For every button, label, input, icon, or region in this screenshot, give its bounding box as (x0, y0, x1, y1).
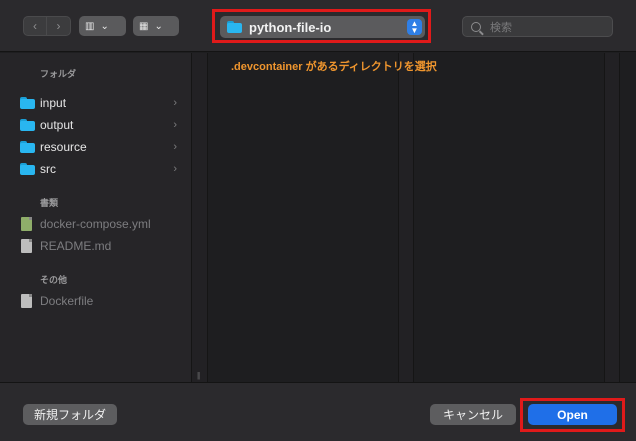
sidebar-item-docker-compose: docker-compose.yml (0, 214, 191, 234)
path-label: python-file-io (249, 19, 332, 35)
popup-stepper-icon: ▲ ▼ (407, 19, 422, 35)
new-folder-button[interactable]: 新規フォルダ (23, 404, 117, 425)
sidebar-item-input[interactable]: input › (0, 93, 191, 113)
columns-icon: ▥ (85, 20, 95, 32)
chevron-right-icon: › (173, 97, 177, 109)
sidebar-item-dockerfile: Dockerfile (0, 291, 191, 311)
browser-column (620, 53, 636, 382)
forward-button[interactable]: › (47, 16, 71, 36)
sidebar-item-label: resource (40, 140, 87, 154)
chevron-down-icon: ⌄ (100, 20, 109, 32)
sidebar-item-label: input (40, 96, 67, 110)
grid-icon: ▦ (139, 20, 149, 32)
back-button[interactable]: ‹ (23, 16, 47, 36)
sidebar-item-readme: README.md (0, 236, 191, 256)
document-icon (21, 239, 32, 253)
sidebar-item-resource[interactable]: resource › (0, 137, 191, 157)
section-title-documents: 書類 (40, 198, 59, 208)
folder-icon (20, 119, 35, 131)
chevron-right-icon: › (173, 141, 177, 153)
section-title-folders: フォルダ (40, 69, 77, 79)
sidebar-item-output[interactable]: output › (0, 115, 191, 135)
folder-icon (20, 141, 35, 153)
sidebar-item-label: README.md (40, 239, 112, 253)
folder-icon (227, 21, 242, 33)
sidebar: フォルダ input › output › resource › src › 書… (0, 53, 192, 382)
sidebar-item-label: output (40, 118, 74, 132)
column-view-button[interactable]: ▥ ⌄ (79, 16, 126, 36)
column-resize-handle[interactable]: || (197, 371, 200, 380)
chevron-right-icon: › (173, 163, 177, 175)
search-icon (471, 21, 481, 32)
sidebar-item-label: src (40, 162, 56, 176)
folder-icon (20, 163, 35, 175)
yaml-file-icon (21, 217, 32, 231)
footer: 新規フォルダ キャンセル Open (0, 382, 636, 441)
sidebar-item-label: Dockerfile (40, 294, 94, 308)
search-field[interactable]: 検索 (462, 16, 613, 37)
path-popup[interactable]: python-file-io ▲ ▼ (220, 16, 425, 38)
sidebar-item-src[interactable]: src › (0, 159, 191, 179)
annotation-text: .devcontainer があるディレクトリを選択 (231, 61, 437, 73)
browser-column (208, 53, 398, 382)
cancel-button[interactable]: キャンセル (430, 404, 516, 425)
column-divider (604, 53, 620, 382)
sidebar-item-label: docker-compose.yml (40, 217, 151, 231)
section-title-other: その他 (40, 275, 68, 285)
chevron-down-icon: ⌄ (154, 20, 163, 32)
folder-icon (20, 97, 35, 109)
toolbar: ‹ › ▥ ⌄ ▦ ⌄ python-file-io ▲ ▼ 検索 (0, 0, 636, 52)
browser-column (414, 53, 604, 382)
search-placeholder: 検索 (490, 21, 512, 34)
history-nav: ‹ › (23, 16, 71, 36)
column-divider (398, 53, 414, 382)
chevron-right-icon: › (173, 119, 177, 131)
chevron-right-icon: › (56, 19, 61, 33)
chevron-left-icon: ‹ (33, 19, 37, 33)
document-icon (21, 294, 32, 308)
column-divider (192, 53, 208, 382)
icon-view-button[interactable]: ▦ ⌄ (133, 16, 179, 36)
open-button[interactable]: Open (528, 404, 617, 425)
